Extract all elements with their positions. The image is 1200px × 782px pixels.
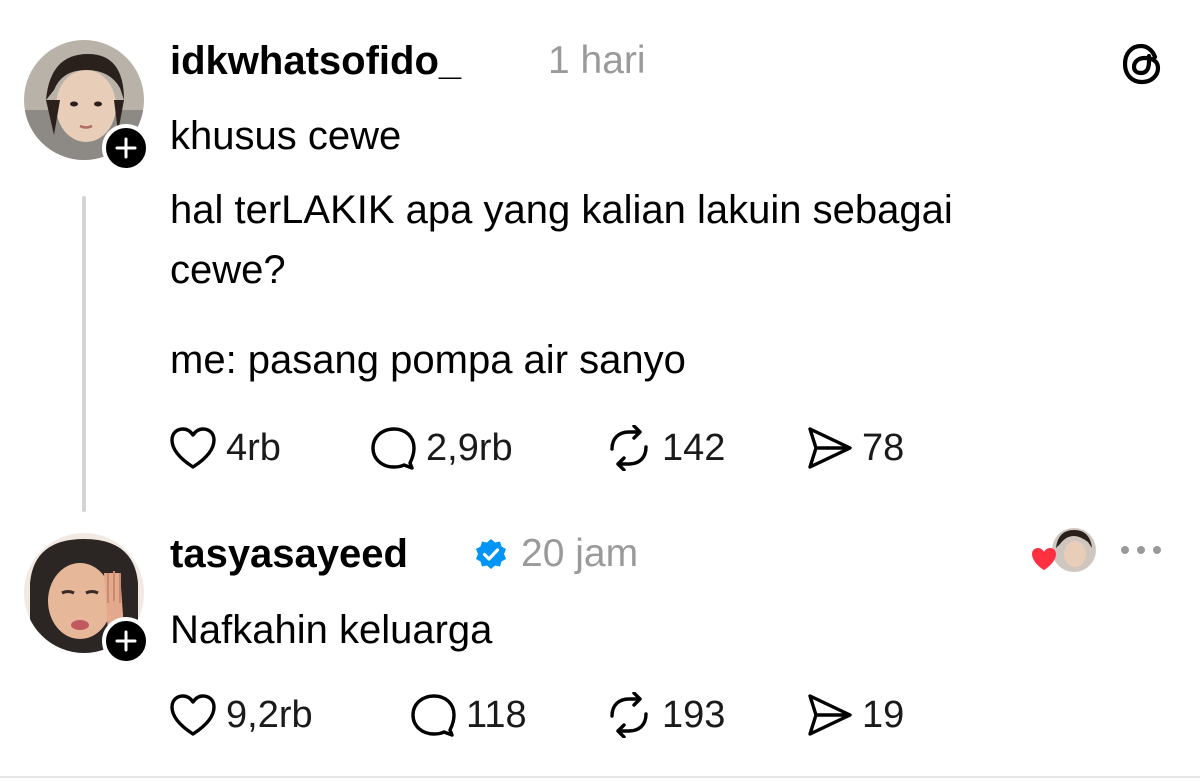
follow-button[interactable]	[102, 617, 150, 665]
post-reply-count: 2,9rb	[426, 427, 513, 469]
plus-icon	[115, 630, 137, 652]
reply-icon	[411, 694, 456, 737]
post-text-line-3: cewe?	[170, 248, 286, 292]
reply-reply-count: 118	[466, 694, 527, 736]
heart-icon	[170, 427, 216, 469]
reply-like-button[interactable]: 9,2rb	[168, 690, 313, 740]
post-username[interactable]: idkwhatsofido_	[170, 37, 461, 85]
post-text-line-4: me: pasang pompa air sanyo	[170, 338, 686, 382]
send-icon	[808, 694, 852, 736]
threads-logo-icon[interactable]	[1117, 39, 1167, 89]
send-icon	[808, 427, 852, 469]
post-repost-count: 142	[662, 427, 726, 469]
reply-username[interactable]: tasyasayeed	[170, 530, 408, 578]
post-repost-button[interactable]: 142	[604, 423, 725, 473]
post-share-button[interactable]: 78	[804, 423, 904, 473]
repost-icon	[610, 692, 648, 738]
reply-share-count: 19	[862, 694, 905, 736]
reply-timestamp: 20 jam	[521, 532, 639, 575]
post-timestamp: 1 hari	[548, 39, 646, 82]
thread-connector-line	[82, 196, 86, 512]
plus-icon	[115, 137, 137, 159]
reply-icon	[371, 427, 416, 470]
liked-by-author-indicator[interactable]	[1030, 526, 1096, 576]
bottom-divider	[0, 776, 1200, 778]
post-text-line-2: hal terLAKIK apa yang kalian lakuin seba…	[170, 188, 953, 232]
follow-button[interactable]	[102, 124, 150, 172]
heart-icon	[170, 694, 216, 736]
more-dots-icon[interactable]	[1117, 540, 1165, 560]
reply-text: Nafkahin keluarga	[170, 608, 493, 652]
post-reply-button[interactable]: 2,9rb	[368, 423, 513, 473]
reply-reply-button[interactable]: 118	[408, 690, 527, 740]
post-share-count: 78	[862, 427, 905, 469]
repost-icon	[610, 425, 648, 471]
post-text-line-1: khusus cewe	[170, 114, 402, 158]
verified-badge-icon	[474, 538, 508, 572]
post-action-bar: 4rb 2,9rb 142 78	[168, 423, 968, 473]
reply-like-count: 9,2rb	[226, 694, 313, 736]
reply-share-button[interactable]: 19	[804, 690, 904, 740]
post-like-button[interactable]: 4rb	[168, 423, 281, 473]
reply-repost-count: 193	[662, 694, 726, 736]
post-like-count: 4rb	[226, 427, 281, 469]
reply-repost-button[interactable]: 193	[604, 690, 725, 740]
reply-action-bar: 9,2rb 118 193 19	[168, 690, 968, 740]
